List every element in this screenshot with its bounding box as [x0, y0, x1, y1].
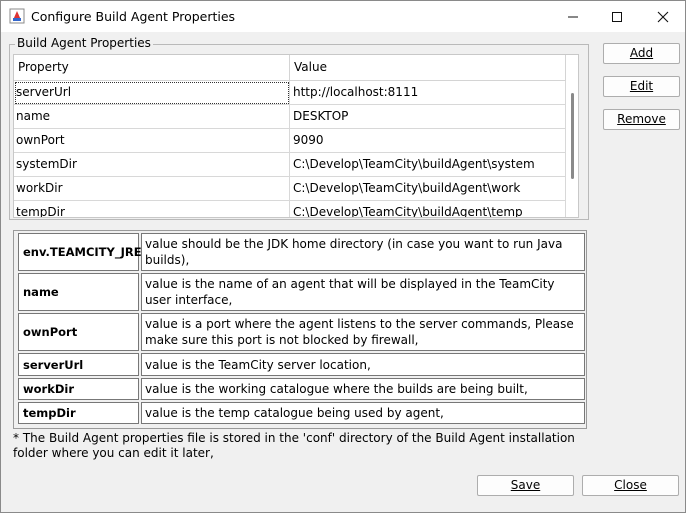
description-text: value is the temp catalogue being used b… — [141, 402, 585, 424]
table-header: Property Value — [14, 55, 566, 81]
property-cell[interactable]: workDir — [14, 177, 290, 201]
description-text: value is the TeamCity server location, — [141, 353, 585, 376]
description-key: serverUrl — [18, 353, 139, 376]
remove-label: Remove — [617, 112, 666, 126]
scrollbar-thumb[interactable] — [571, 93, 574, 179]
property-cell[interactable]: name — [14, 105, 290, 129]
footnote: * The Build Agent properties file is sto… — [13, 431, 575, 460]
property-cell[interactable]: ownPort — [14, 129, 290, 153]
close-label: Close — [614, 478, 647, 492]
description-row: name value is the name of an agent that … — [18, 273, 585, 311]
description-key: workDir — [18, 378, 139, 400]
description-text: value is the name of an agent that will … — [141, 273, 585, 311]
value-cell[interactable]: http://localhost:8111 — [290, 81, 566, 105]
dialog-window: Configure Build Agent Properties Build A… — [0, 0, 686, 513]
add-button[interactable]: Add — [603, 43, 680, 64]
description-row: workDir value is the working catalogue w… — [18, 378, 585, 400]
description-row: env.TEAMCITY_JRE value should be the JDK… — [18, 233, 585, 271]
description-text: value should be the JDK home directory (… — [141, 233, 585, 271]
property-cell[interactable]: systemDir — [14, 153, 290, 177]
description-row: tempDir value is the temp catalogue bein… — [18, 402, 585, 424]
edit-button[interactable]: Edit — [603, 76, 680, 97]
title-bar[interactable]: Configure Build Agent Properties — [1, 1, 685, 32]
edit-label: Edit — [629, 79, 654, 93]
window-title: Configure Build Agent Properties — [31, 9, 236, 24]
table-body: serverUrl http://localhost:8111 name DES… — [14, 81, 566, 217]
save-label: Save — [510, 478, 541, 492]
properties-table[interactable]: Property Value serverUrl http://localhos… — [13, 54, 579, 218]
close-icon — [657, 11, 669, 22]
remove-button[interactable]: Remove — [603, 109, 680, 130]
minimize-icon — [568, 16, 578, 17]
table-row[interactable]: tempDir C:\Develop\TeamCity\buildAgent\t… — [14, 201, 566, 217]
close-window-button[interactable] — [640, 1, 686, 32]
table-row[interactable]: workDir C:\Develop\TeamCity\buildAgent\w… — [14, 177, 566, 201]
description-row: serverUrl value is the TeamCity server l… — [18, 353, 585, 376]
save-button[interactable]: Save — [477, 475, 574, 496]
description-row: ownPort value is a port where the agent … — [18, 313, 585, 351]
description-key: ownPort — [18, 313, 139, 351]
description-table: env.TEAMCITY_JRE value should be the JDK… — [13, 230, 587, 429]
description-key: env.TEAMCITY_JRE — [18, 233, 142, 271]
maximize-button[interactable] — [594, 1, 640, 32]
minimize-button[interactable] — [550, 1, 596, 32]
description-text: value is the working catalogue where the… — [141, 378, 585, 400]
description-key: name — [18, 273, 139, 311]
description-key: tempDir — [18, 402, 139, 424]
column-header-value[interactable]: Value — [290, 55, 566, 81]
value-cell[interactable]: 9090 — [290, 129, 566, 153]
add-label: Add — [629, 46, 654, 60]
table-row[interactable]: name DESKTOP — [14, 105, 566, 129]
value-cell[interactable]: C:\Develop\TeamCity\buildAgent\work — [290, 177, 566, 201]
property-cell[interactable]: serverUrl — [14, 81, 290, 105]
java-app-icon — [9, 8, 25, 24]
group-title: Build Agent Properties — [15, 36, 153, 50]
table-row[interactable]: systemDir C:\Develop\TeamCity\buildAgent… — [14, 153, 566, 177]
table-row[interactable]: serverUrl http://localhost:8111 — [14, 81, 566, 105]
value-cell[interactable]: C:\Develop\TeamCity\buildAgent\temp — [290, 201, 566, 217]
close-button[interactable]: Close — [582, 475, 679, 496]
description-text: value is a port where the agent listens … — [141, 313, 585, 351]
table-row[interactable]: ownPort 9090 — [14, 129, 566, 153]
property-cell[interactable]: tempDir — [14, 201, 290, 217]
vertical-scrollbar[interactable] — [567, 81, 578, 217]
column-header-property[interactable]: Property — [14, 55, 290, 81]
maximize-icon — [612, 11, 622, 22]
value-cell[interactable]: C:\Develop\TeamCity\buildAgent\system — [290, 153, 566, 177]
value-cell[interactable]: DESKTOP — [290, 105, 566, 129]
